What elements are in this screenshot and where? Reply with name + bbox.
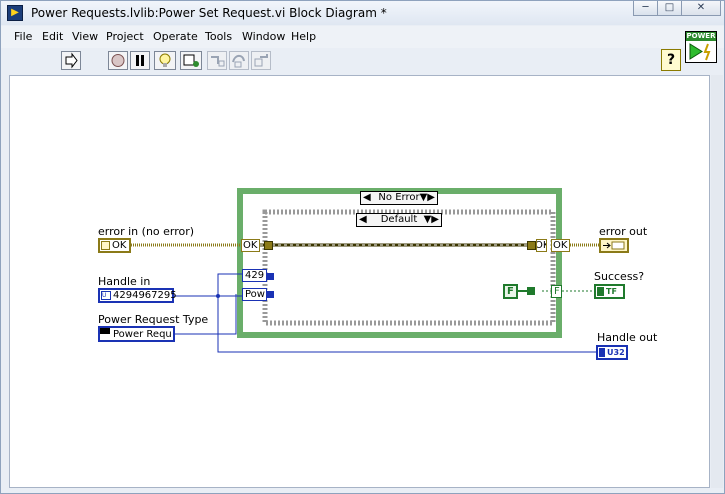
boolean-indicator-icon (597, 287, 604, 296)
menu-file[interactable]: File (14, 30, 32, 43)
block-diagram-canvas[interactable]: ◀ No Error ▼▶ ◀ Default ▼▶ OK 429 Pow OK… (9, 75, 710, 488)
context-help-button[interactable]: ? (661, 49, 681, 71)
maximize-button[interactable]: □ (657, 1, 682, 16)
error-out-terminal[interactable] (599, 238, 629, 253)
pause-button[interactable] (130, 51, 150, 70)
handle-out-terminal[interactable]: U32 (596, 345, 628, 360)
power-inner-tunnel (267, 291, 274, 298)
step-out-button[interactable] (251, 51, 271, 70)
minimize-button[interactable]: ─ (633, 1, 658, 16)
labview-app-icon: ▶ (7, 5, 23, 21)
highlight-execution-button[interactable] (154, 51, 176, 70)
enum-icon (100, 328, 110, 334)
success-inner-tunnel (527, 287, 535, 295)
close-button[interactable]: ✕ (681, 1, 721, 16)
run-arrow-icon (65, 52, 78, 69)
false-constant[interactable]: F (503, 284, 518, 299)
title-bar[interactable]: ▶ Power Requests.lvlib:Power Set Request… (1, 1, 724, 25)
vertical-scrollbar[interactable] (711, 75, 723, 488)
power-tunnel-in[interactable]: Pow (242, 288, 267, 301)
handle-tunnel-in[interactable]: 429 (242, 269, 267, 282)
pause-icon (136, 55, 144, 66)
menu-help[interactable]: Help (291, 30, 316, 43)
u32-indicator-icon (599, 348, 605, 357)
power-request-type-label: Power Request Type (98, 313, 209, 326)
power-request-type-terminal[interactable]: Power Requ (98, 326, 175, 342)
run-button[interactable] (61, 51, 81, 70)
menu-project[interactable]: Project (106, 30, 144, 43)
outer-case-selector-label: No Error (378, 192, 420, 203)
step-out-icon (254, 54, 268, 67)
inner-case-dropdown-icon[interactable]: ▼▶ (424, 214, 439, 226)
help-question-icon: ? (666, 52, 676, 68)
handle-inner-tunnel (267, 273, 274, 280)
success-label: Success? (594, 270, 645, 283)
menu-edit[interactable]: Edit (42, 30, 63, 43)
inner-case-selector[interactable]: ◀ Default ▼▶ (356, 213, 442, 227)
error-in-label: error in (no error) (98, 225, 195, 238)
vi-icon-banner: POWER (686, 32, 716, 41)
abort-icon (111, 54, 125, 67)
vi-connector-icon[interactable]: POWER (685, 31, 717, 63)
retain-wire-values-icon (183, 54, 199, 67)
handle-in-terminal[interactable]: U 4294967295 (98, 288, 177, 303)
error-out-cluster-icon (603, 241, 625, 250)
menu-tools[interactable]: Tools (205, 30, 232, 43)
step-into-icon (211, 56, 225, 67)
retain-wire-values-button[interactable] (180, 51, 202, 70)
cluster-icon (101, 241, 110, 250)
u32-icon: U (101, 291, 111, 300)
error-tunnel-inner-out[interactable]: OK (536, 239, 547, 252)
error-inner-left-tunnel (264, 241, 273, 250)
step-into-button[interactable] (207, 51, 227, 70)
error-out-label: error out (599, 225, 648, 238)
handle-out-label: Handle out (597, 331, 658, 344)
lightbulb-icon (159, 53, 171, 67)
outer-case-left-arrow-icon[interactable]: ◀ (363, 192, 371, 204)
error-in-terminal[interactable]: OK (98, 238, 131, 253)
abort-button[interactable] (108, 51, 128, 70)
menu-view[interactable]: View (72, 30, 98, 43)
menu-window[interactable]: Window (242, 30, 285, 43)
inner-case-structure-frame (262, 209, 556, 326)
power-arrow-icon (689, 43, 711, 61)
success-tunnel-out[interactable]: F (551, 285, 562, 298)
outer-case-selector[interactable]: ◀ No Error ▼▶ (360, 191, 438, 205)
menu-bar: File Edit View Project Operate Tools Win… (1, 26, 724, 48)
error-tunnel-out[interactable]: OK (551, 239, 570, 252)
outer-case-dropdown-icon[interactable]: ▼▶ (420, 192, 435, 204)
menu-operate[interactable]: Operate (153, 30, 198, 43)
step-over-button[interactable] (229, 51, 249, 70)
error-inner-right-tunnel (527, 241, 536, 250)
handle-in-label: Handle in (98, 275, 151, 288)
step-over-icon (232, 54, 245, 68)
inner-case-selector-label: Default (380, 214, 418, 225)
block-diagram-window: ▶ Power Requests.lvlib:Power Set Request… (0, 0, 725, 494)
success-terminal[interactable]: TF (594, 284, 625, 299)
error-tunnel-in[interactable]: OK (241, 239, 260, 252)
window-title: Power Requests.lvlib:Power Set Request.v… (31, 6, 387, 20)
inner-case-left-arrow-icon[interactable]: ◀ (359, 214, 367, 226)
